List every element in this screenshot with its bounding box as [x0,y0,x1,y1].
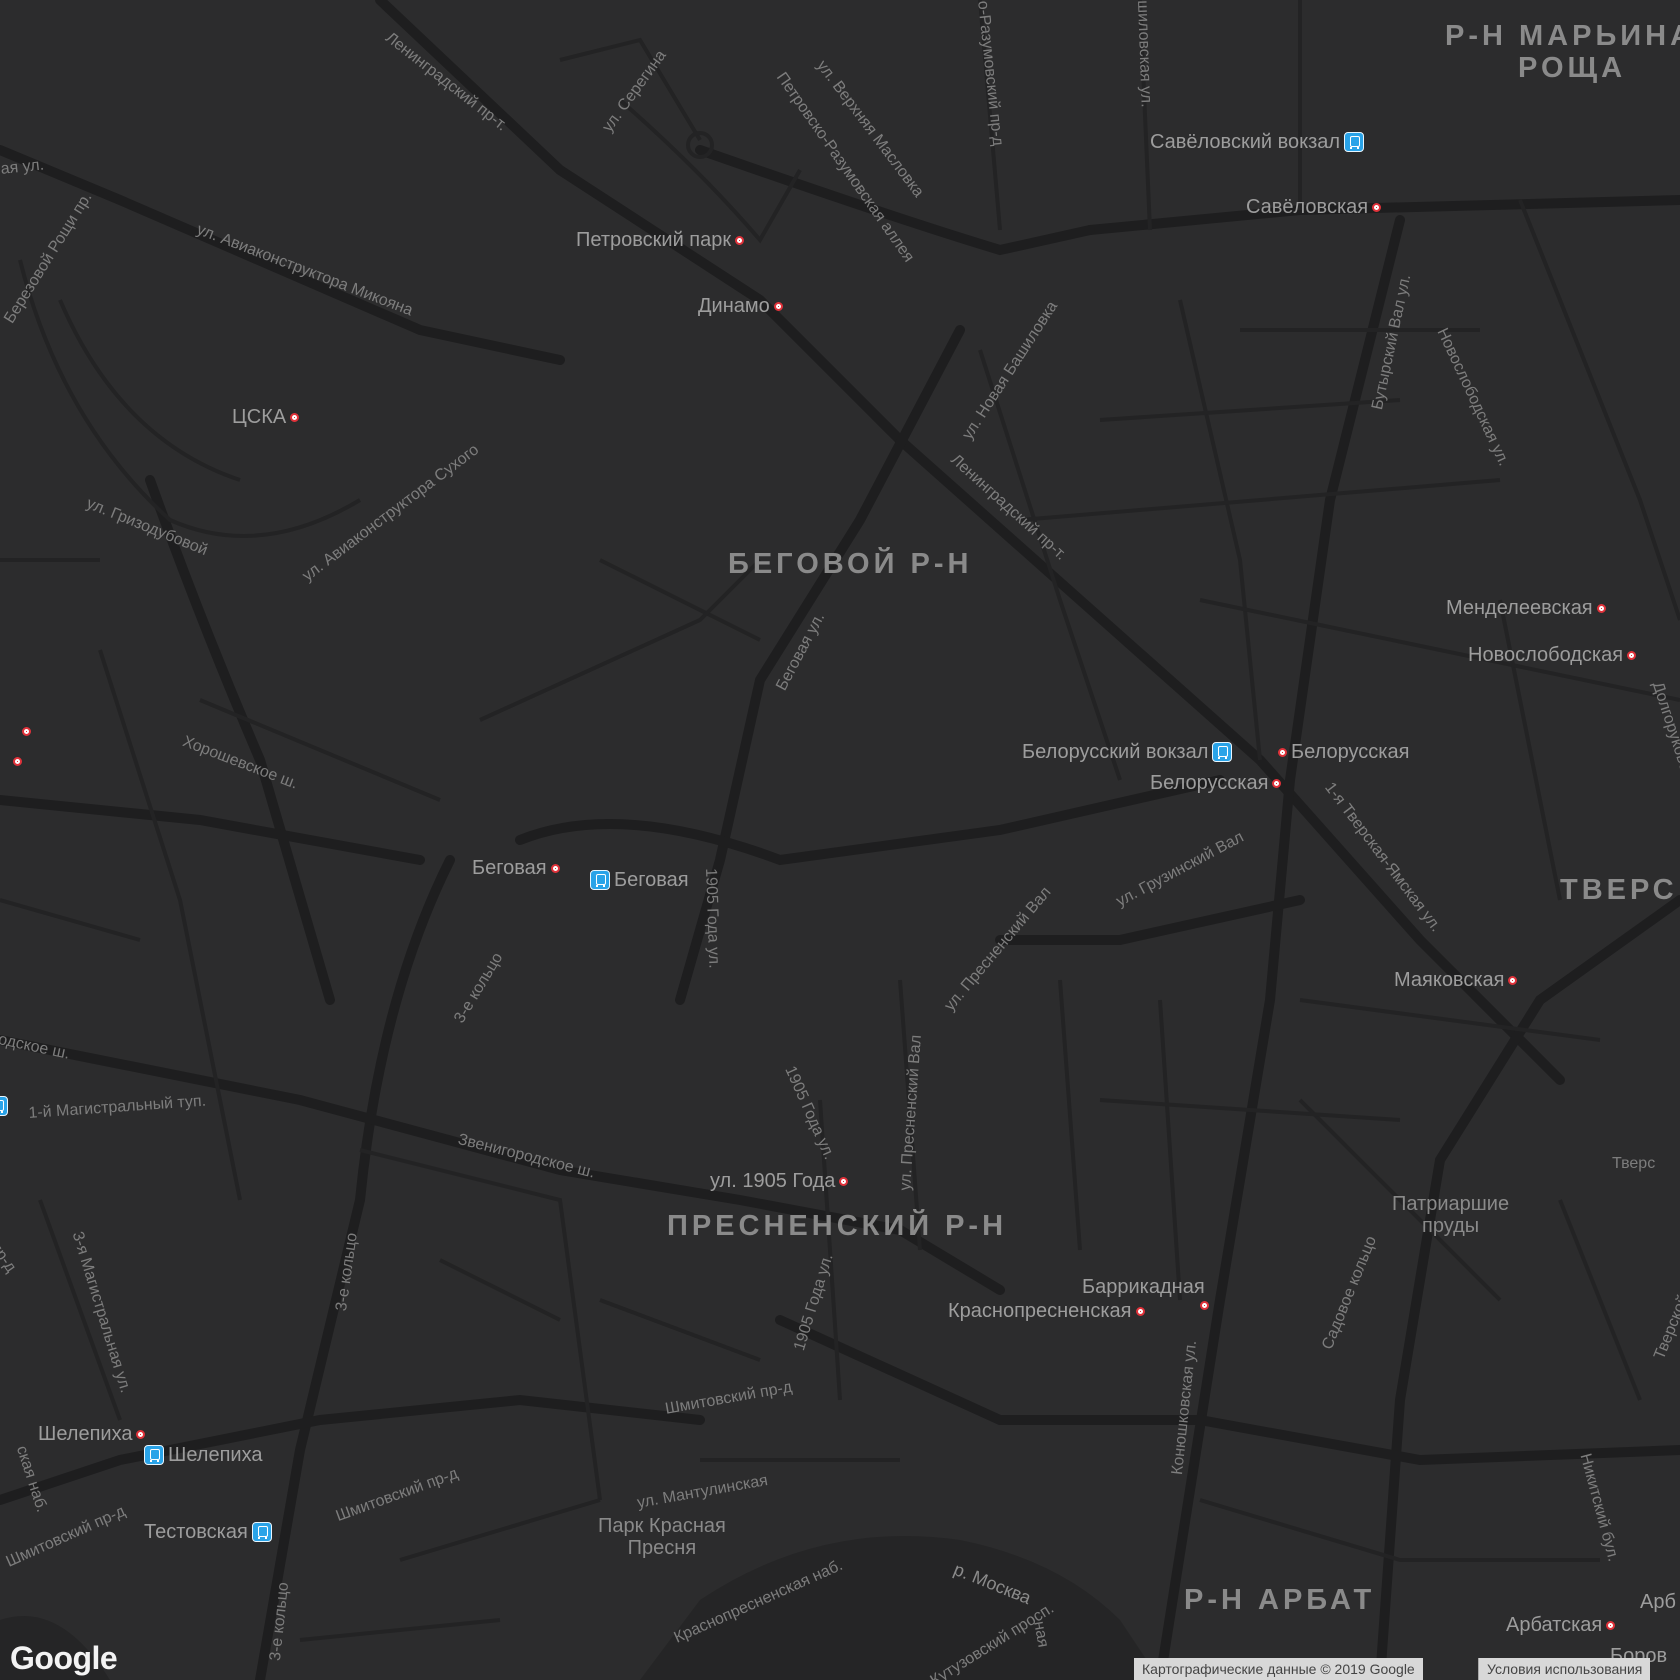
metro-icon [773,301,783,311]
station-marker[interactable]: Арбатская [1506,1614,1616,1636]
street-label: ная [1030,1619,1052,1649]
station-marker[interactable]: Савёловская [1246,196,1382,218]
google-logo: Google [10,1640,118,1676]
station-marker[interactable]: Беговая [472,858,560,878]
metro-icon [1627,650,1637,660]
station-name: Баррикадная [1082,1276,1205,1298]
street-label: 1905 Года ул. [702,867,723,969]
park-label-line: пруды [1422,1215,1480,1237]
station-name: Белорусская [1291,741,1410,763]
map-data-attribution: Картографические данные © 2019 Google [1134,1658,1423,1680]
station-marker[interactable]: Менделеевская [1446,598,1606,618]
train-icon [144,1445,164,1465]
station-marker[interactable]: Тестовская [144,1522,272,1542]
metro-icon [839,1176,849,1186]
metro-icon [1508,975,1518,985]
station-name: Маяковская [1394,969,1505,991]
station-name: Беговая [614,869,689,891]
station-name: Динамо [698,295,770,317]
station-marker[interactable]: Арб [1640,1592,1676,1612]
station-name: Беговая [472,857,547,879]
station-name: Белорусский вокзал [1022,741,1209,763]
street-label: Тверс [1612,1155,1656,1172]
metro-icon [1278,747,1287,757]
station-marker[interactable]: Белорусская [1278,742,1409,762]
district-label: РОЩА [1518,52,1627,84]
station-marker[interactable]: Шелепиха [144,1445,262,1465]
station-name: Арб [1640,1591,1676,1613]
park-label: Парк Красная Пресня [598,1516,726,1558]
district-label: БЕГОВОЙ Р-Н [728,548,973,580]
station-marker[interactable]: Баррикадная [1082,1277,1205,1297]
train-icon [1212,742,1233,762]
metro-icon [1372,202,1382,212]
station-marker[interactable]: Новослободская [1468,644,1637,666]
station-name: Белорусская [1150,772,1269,794]
metro-icon[interactable] [13,757,22,766]
station-name: Шелепиха [168,1444,263,1466]
train-icon [590,870,610,890]
metro-icon [1606,1620,1616,1630]
station-name: Савёловский вокзал [1150,131,1341,153]
metro-icon [550,863,560,873]
terms-of-use-link[interactable]: Условия использования [1478,1658,1651,1680]
metro-icon [735,235,745,245]
station-marker[interactable]: Шелепиха [38,1423,146,1445]
station-marker[interactable]: Маяковская [1394,969,1518,991]
station-marker[interactable]: Белорусский вокзал [1022,741,1233,763]
district-label: Р-Н АРБАТ [1184,1584,1376,1616]
district-label: ТВЕРС [1560,874,1678,906]
station-name: Новослободская [1468,644,1624,666]
station-name: Краснопресненская [948,1300,1132,1322]
station-marker[interactable]: Петровский парк [576,229,745,251]
station-name: Савёловская [1246,196,1369,218]
district-label: Р-Н МАРЬИНА [1445,20,1680,52]
station-marker[interactable]: Савёловский вокзал [1150,131,1365,153]
station-name: Арбатская [1506,1614,1603,1636]
map-canvas[interactable]: Р-Н МАРЬИНА РОЩА БЕГОВОЙ Р-Н ПРЕСНЕНСКИЙ… [0,0,1680,1680]
metro-icon[interactable] [1200,1301,1209,1310]
station-name: Менделеевская [1446,597,1593,619]
park-label-line: Пресня [627,1537,697,1559]
station-name: Тестовская [144,1521,248,1543]
train-icon [1344,132,1365,152]
metro-icon [1135,1306,1145,1316]
station-marker[interactable]: Динамо [698,296,783,316]
metro-icon [290,412,300,422]
metro-icon [1596,603,1606,613]
district-label: ПРЕСНЕНСКИЙ Р-Н [667,1210,1008,1242]
park-label: Патриаршие пруды [1392,1194,1509,1236]
station-marker[interactable]: Беговая [590,870,689,890]
street-label: шиловская ул. [1134,0,1155,108]
station-name: Петровский парк [576,229,732,251]
station-name: ул. 1905 Года [710,1170,836,1192]
park-label-line: Патриаршие [1392,1193,1510,1215]
metro-icon[interactable] [22,727,31,736]
station-marker[interactable]: Белорусская [1150,772,1282,794]
train-icon[interactable] [0,1096,8,1116]
station-name: ЦСКА [232,406,287,428]
train-icon [251,1522,272,1542]
station-marker[interactable]: ЦСКА [232,406,300,428]
station-name: Шелепиха [38,1423,133,1445]
park-label-line: Парк Красная [598,1515,726,1537]
station-marker[interactable]: ул. 1905 Года [710,1170,849,1192]
metro-icon [1272,778,1282,788]
metro-icon [136,1429,146,1439]
station-marker[interactable]: Краснопресненская [948,1301,1145,1321]
